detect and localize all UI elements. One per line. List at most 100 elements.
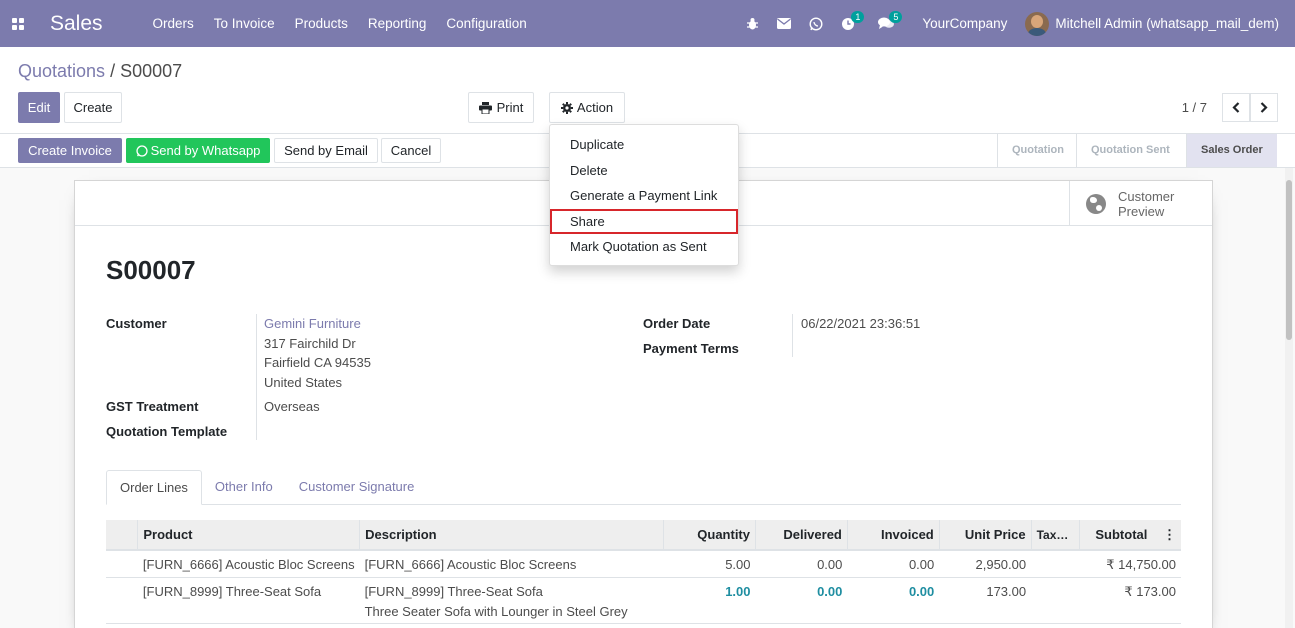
whatsapp-icon: [135, 144, 148, 157]
action-button[interactable]: Action: [549, 92, 625, 123]
line-delivered[interactable]: 0.00: [755, 550, 848, 578]
menu-configuration[interactable]: Configuration: [436, 0, 536, 47]
line-delivered[interactable]: 0.00: [755, 577, 848, 624]
stage-sales-order[interactable]: Sales Order: [1186, 134, 1277, 167]
customer-address-line3: United States: [264, 375, 343, 390]
customer-address-line1: 317 Fairchild Dr: [264, 336, 356, 351]
line-quantity[interactable]: 1.00: [663, 577, 756, 624]
menu-orders[interactable]: Orders: [143, 0, 204, 47]
pager-value[interactable]: 1 / 7: [1182, 100, 1207, 115]
pager-previous-button[interactable]: [1222, 93, 1250, 122]
whatsapp-icon[interactable]: [800, 0, 832, 47]
line-invoiced[interactable]: 0.00: [847, 550, 940, 578]
field-divider: [792, 314, 793, 357]
tab-customer-signature[interactable]: Customer Signature: [286, 470, 428, 504]
edit-button[interactable]: Edit: [18, 92, 60, 123]
table-row[interactable]: [FURN_6666] Acoustic Bloc Screens [FURN_…: [106, 550, 1181, 578]
stage-bar: Quotation Quotation Sent Sales Order: [997, 134, 1277, 167]
pager-next-button[interactable]: [1250, 93, 1278, 122]
row-handle: [106, 550, 138, 578]
line-description[interactable]: [FURN_6666] Acoustic Bloc Screens: [359, 550, 664, 578]
line-unit-price[interactable]: 173.00: [939, 577, 1032, 624]
customer-link[interactable]: Gemini Furniture: [264, 316, 361, 331]
gst-treatment-value: Overseas: [264, 399, 320, 414]
create-button[interactable]: Create: [64, 92, 122, 123]
handle-column-header: [106, 520, 139, 551]
table-row[interactable]: [FURN_8999] Three-Seat Sofa [FURN_8999] …: [106, 577, 1181, 624]
menu-item-mark-quotation-sent[interactable]: Mark Quotation as Sent: [550, 234, 738, 260]
order-date-label: Order Date: [643, 316, 711, 331]
preview-label-line2: Preview: [1118, 203, 1165, 219]
apps-menu-icon[interactable]: [0, 0, 36, 47]
line-unit-price[interactable]: 2,950.00: [939, 550, 1032, 578]
activity-clock-icon[interactable]: 1: [832, 0, 865, 47]
menu-item-share[interactable]: Share: [550, 208, 738, 234]
line-taxes[interactable]: [1031, 577, 1080, 624]
customer-address-line2: Fairfield CA 94535: [264, 355, 371, 370]
send-whatsapp-button[interactable]: Send by Whatsapp: [126, 138, 270, 163]
column-header-description[interactable]: Description: [359, 520, 665, 551]
breadcrumb-separator: /: [110, 61, 116, 81]
line-subtotal: ₹ 173.00: [1079, 577, 1181, 624]
column-header-taxes[interactable]: Tax…: [1031, 520, 1080, 551]
line-description-text: [FURN_8999] Three-Seat Sofa: [364, 584, 543, 599]
app-brand[interactable]: Sales: [50, 12, 103, 36]
menu-to-invoice[interactable]: To Invoice: [204, 0, 285, 47]
column-header-invoiced[interactable]: Invoiced: [847, 520, 940, 551]
chevron-right-icon: [1260, 102, 1268, 113]
print-label: Print: [496, 100, 524, 115]
company-switcher[interactable]: YourCompany: [902, 16, 1025, 31]
line-description[interactable]: [FURN_8999] Three-Seat Sofa Three Seater…: [359, 577, 664, 624]
column-header-subtotal[interactable]: Subtotal ⋮: [1079, 520, 1181, 551]
menu-item-delete[interactable]: Delete: [550, 158, 738, 184]
menu-products[interactable]: Products: [285, 0, 358, 47]
line-product[interactable]: [FURN_8999] Three-Seat Sofa: [137, 577, 360, 624]
user-name: Mitchell Admin (whatsapp_mail_dem): [1055, 16, 1279, 31]
tab-order-lines[interactable]: Order Lines: [106, 470, 202, 505]
messages-icon[interactable]: 5: [870, 0, 903, 47]
column-header-quantity[interactable]: Quantity: [663, 520, 756, 551]
top-navbar: Sales Orders To Invoice Products Reporti…: [0, 0, 1295, 47]
action-dropdown-menu: Duplicate Delete Generate a Payment Link…: [549, 124, 739, 266]
subtotal-header-label: Subtotal: [1095, 526, 1148, 542]
breadcrumb-quotations[interactable]: Quotations: [18, 61, 105, 81]
create-invoice-button[interactable]: Create Invoice: [18, 138, 122, 163]
cancel-button[interactable]: Cancel: [381, 138, 441, 163]
print-icon: [478, 101, 492, 114]
column-header-delivered[interactable]: Delivered: [755, 520, 848, 551]
print-button[interactable]: Print: [468, 92, 534, 123]
column-options-icon[interactable]: ⋮: [1163, 527, 1176, 543]
order-lines-table: Product Description Quantity Delivered I…: [106, 520, 1181, 624]
customer-preview-button[interactable]: Customer Preview: [1069, 181, 1212, 226]
tab-other-info[interactable]: Other Info: [202, 470, 286, 504]
user-menu[interactable]: Mitchell Admin (whatsapp_mail_dem): [1025, 11, 1295, 36]
preview-label-line1: Customer: [1118, 188, 1175, 204]
bug-icon[interactable]: [736, 0, 768, 47]
column-header-product[interactable]: Product: [137, 520, 361, 551]
record-title: S00007: [106, 255, 196, 285]
line-quantity[interactable]: 5.00: [663, 550, 756, 578]
field-divider: [256, 314, 257, 440]
line-taxes[interactable]: [1031, 550, 1080, 578]
line-description-detail: Three Seater Sofa with Lounger in Steel …: [364, 604, 628, 619]
line-invoiced[interactable]: 0.00: [847, 577, 940, 624]
menu-item-generate-payment-link[interactable]: Generate a Payment Link: [550, 183, 738, 209]
mail-icon[interactable]: [768, 0, 800, 47]
quotation-template-label: Quotation Template: [106, 424, 228, 439]
row-handle: [106, 577, 138, 624]
stage-quotation-sent[interactable]: Quotation Sent: [1076, 134, 1186, 167]
line-product[interactable]: [FURN_6666] Acoustic Bloc Screens: [137, 550, 360, 578]
menu-reporting[interactable]: Reporting: [358, 0, 437, 47]
menu-item-duplicate[interactable]: Duplicate: [550, 132, 738, 158]
chevron-left-icon: [1232, 102, 1240, 113]
gst-treatment-label: GST Treatment: [106, 399, 199, 414]
stage-quotation[interactable]: Quotation: [997, 134, 1076, 167]
payment-terms-label: Payment Terms: [643, 341, 739, 356]
line-subtotal: ₹ 14,750.00: [1079, 550, 1181, 578]
gear-icon: [560, 101, 573, 114]
line-description-text: [FURN_6666] Acoustic Bloc Screens: [364, 557, 577, 572]
column-header-unit-price[interactable]: Unit Price: [939, 520, 1032, 551]
scrollbar-thumb[interactable]: [1286, 180, 1292, 340]
breadcrumb-current: S00007: [120, 61, 183, 81]
send-email-button[interactable]: Send by Email: [274, 138, 378, 163]
